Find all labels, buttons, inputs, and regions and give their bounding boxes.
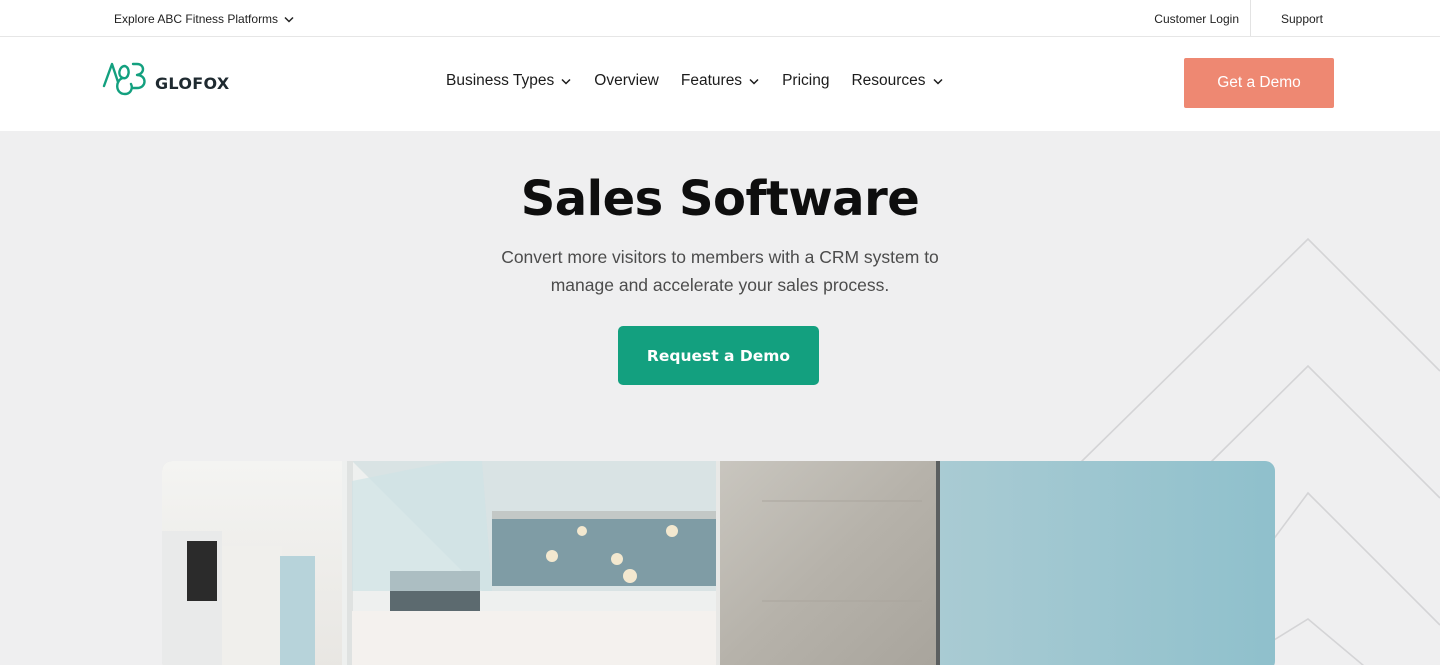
hero-section: Sales Software Convert more visitors to … xyxy=(0,131,1440,665)
nav-features[interactable]: Features xyxy=(681,72,759,90)
main-navbar: GLOFOX Business Types Overview Features … xyxy=(0,37,1440,131)
nav-pricing[interactable]: Pricing xyxy=(782,72,829,90)
customer-login-link[interactable]: Customer Login xyxy=(1154,12,1239,26)
nav-item-label: Resources xyxy=(851,72,926,89)
nav-overview[interactable]: Overview xyxy=(594,72,659,90)
nav-item-label: Features xyxy=(680,72,743,89)
utility-bar: Explore ABC Fitness Platforms Customer L… xyxy=(0,0,1440,37)
gym-interior-photo-icon xyxy=(162,461,1275,665)
glofox-logo[interactable]: GLOFOX xyxy=(101,58,229,103)
chevron-down-icon xyxy=(561,78,571,85)
support-link[interactable]: Support xyxy=(1281,12,1323,26)
nav-resources[interactable]: Resources xyxy=(851,72,943,90)
primary-nav: Business Types Overview Features Pricing… xyxy=(446,72,966,90)
nav-business-types[interactable]: Business Types xyxy=(446,72,571,90)
get-a-demo-button[interactable]: Get a Demo xyxy=(1184,58,1334,108)
chevron-down-icon xyxy=(749,78,759,85)
logo-wordmark: GLOFOX xyxy=(155,74,230,93)
page-title: Sales Software xyxy=(520,171,920,227)
explore-platforms-dropdown[interactable]: Explore ABC Fitness Platforms xyxy=(114,12,294,26)
nav-item-label: Business Types xyxy=(446,72,555,89)
hero-image xyxy=(162,461,1275,665)
chevron-down-icon xyxy=(933,78,943,85)
abc-logo-mark-icon xyxy=(101,58,151,103)
nav-item-label: Pricing xyxy=(782,72,830,89)
chevron-down-icon xyxy=(284,16,294,23)
topbar-divider xyxy=(1250,0,1251,36)
request-demo-button[interactable]: Request a Demo xyxy=(618,326,819,385)
nav-item-label: Overview xyxy=(594,72,659,89)
explore-platforms-label: Explore ABC Fitness Platforms xyxy=(114,12,279,26)
hero-subtitle: Convert more visitors to members with a … xyxy=(501,247,939,295)
